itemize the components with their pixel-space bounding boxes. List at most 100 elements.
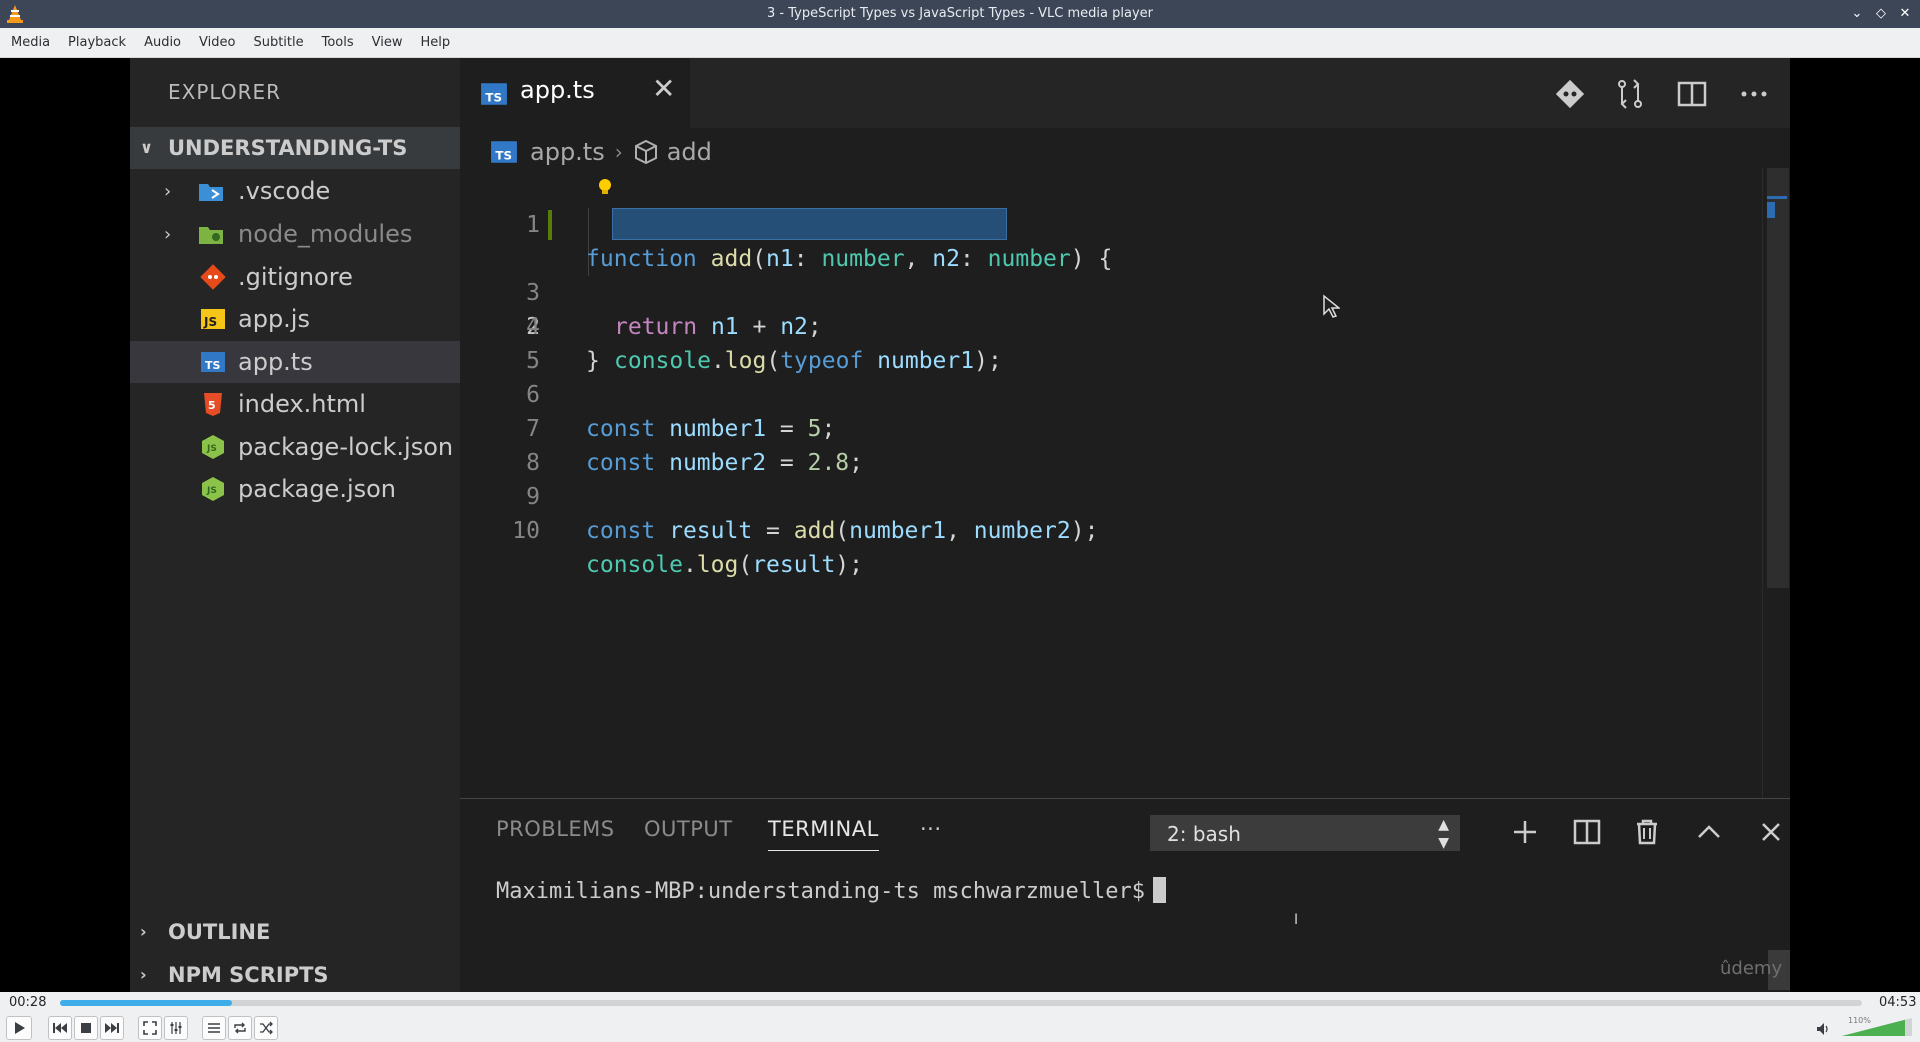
- tree-item-label: .vscode: [238, 177, 331, 205]
- git-icon: [200, 264, 226, 290]
- compare-changes-icon: [1618, 79, 1642, 109]
- tree-item-label: node_modules: [238, 220, 413, 248]
- speaker-icon[interactable]: [1816, 1022, 1832, 1038]
- menu-media[interactable]: Media: [2, 28, 59, 58]
- menu-subtitle[interactable]: Subtitle: [244, 28, 312, 58]
- svg-text:TS: TS: [495, 149, 512, 163]
- seek-bar[interactable]: [60, 1000, 1862, 1006]
- shuffle-button[interactable]: [254, 1016, 278, 1040]
- code-line: 6 const number1 = 5;: [460, 344, 1760, 442]
- svg-text:5: 5: [208, 399, 216, 412]
- breadcrumb: TS app.ts › add: [490, 132, 712, 172]
- speaker-glyph: [1817, 1023, 1828, 1035]
- tab-output: OUTPUT: [644, 817, 733, 841]
- mouse-pointer-icon: [1323, 294, 1340, 318]
- svg-text:JS: JS: [203, 315, 217, 329]
- selection-highlight: [612, 208, 1007, 240]
- extended-settings-button[interactable]: [164, 1016, 188, 1040]
- code-line: 7 const number2 = 2.8;: [460, 378, 1760, 476]
- sliders-icon: [170, 1022, 182, 1034]
- split-terminal-icon: [1573, 819, 1601, 845]
- explorer-title: EXPLORER: [168, 80, 281, 104]
- node-folder-icon: [199, 227, 223, 244]
- html-file-icon: 5: [204, 393, 222, 416]
- vscode-folder-icon: [199, 184, 223, 201]
- code-editor: TS app.ts ✕ TS app.ts › add 1 function a…: [460, 58, 1790, 798]
- terminal-select: 2: bash ▲ ▼: [1150, 815, 1460, 851]
- tree-item-app-ts: TS app.ts: [130, 341, 460, 383]
- tree-item-package-lock: JS package-lock.json: [130, 426, 460, 468]
- ts-file-icon: TS: [481, 83, 507, 105]
- previous-button[interactable]: [48, 1016, 72, 1040]
- explorer-sidebar: EXPLORER ∨ UNDERSTANDING-TS › .vscode › …: [130, 58, 460, 992]
- breadcrumb-file: app.ts: [530, 138, 605, 166]
- play-button[interactable]: [6, 1016, 32, 1040]
- svg-text:TS: TS: [205, 359, 221, 372]
- breadcrumb-symbol: add: [666, 138, 712, 166]
- title-bar: 3 - TypeScript Types vs JavaScript Types…: [0, 0, 1920, 28]
- code-line: 5: [460, 310, 1760, 374]
- tree-item-index-html: 5 index.html: [130, 383, 460, 425]
- chevron-right-icon: ›: [614, 140, 623, 164]
- code-line: 2 console.log(typeof number1);: [460, 208, 1760, 374]
- minimap-marker: [1767, 196, 1787, 199]
- menu-bar: Media Playback Audio Video Subtitle Tool…: [0, 28, 1920, 58]
- next-icon: [105, 1023, 119, 1033]
- npm-scripts-label: NPM SCRIPTS: [168, 963, 329, 987]
- scrollbar-thumb[interactable]: [1767, 168, 1789, 588]
- terminal-cursor: [1153, 877, 1167, 903]
- code-line: 3 return n1 + n2;: [460, 242, 1760, 340]
- video-frame[interactable]: EXPLORER ∨ UNDERSTANDING-TS › .vscode › …: [0, 58, 1920, 992]
- maximize-icon[interactable]: ◇: [1872, 5, 1890, 23]
- js-file-icon: JS: [201, 309, 225, 329]
- chevron-right-icon: ›: [140, 965, 147, 984]
- play-icon: [15, 1022, 25, 1034]
- tree-item-label: package-lock.json: [238, 433, 454, 461]
- minimize-icon[interactable]: ⌄: [1848, 5, 1866, 23]
- fullscreen-icon: [143, 1021, 157, 1035]
- playlist-button[interactable]: [202, 1016, 226, 1040]
- menu-view[interactable]: View: [363, 28, 412, 58]
- tree-item-gitignore: .gitignore: [130, 256, 460, 298]
- loop-icon: [234, 1022, 246, 1034]
- player-controls: 00:28 04:53 110%: [0, 992, 1920, 1042]
- line-number: 10: [512, 518, 540, 544]
- nodejs-icon: JS: [202, 435, 224, 459]
- nodejs-icon: JS: [202, 477, 224, 501]
- editor-scrollbar[interactable]: [1762, 168, 1790, 798]
- git-diamond-icon: [1555, 79, 1585, 109]
- shuffle-icon: [260, 1021, 273, 1035]
- ts-file-icon: TS: [491, 141, 517, 163]
- menu-help[interactable]: Help: [412, 28, 460, 58]
- menu-playback[interactable]: Playback: [59, 28, 135, 58]
- terminal-prompt: Maximilians-MBP:understanding-ts mschwar…: [496, 879, 1146, 904]
- method-cube-icon: [634, 139, 657, 165]
- project-folder-header: ∨ UNDERSTANDING-TS: [130, 127, 460, 169]
- svg-text:TS: TS: [485, 91, 502, 105]
- code-line: 4 }: [460, 276, 1760, 374]
- svg-text:JS: JS: [206, 486, 217, 496]
- close-window-icon[interactable]: ✕: [1896, 5, 1914, 23]
- plus-icon: [1514, 821, 1536, 843]
- code-line: 1 function add(n1: number, n2: number) {: [460, 174, 1760, 272]
- fullscreen-button[interactable]: [138, 1016, 162, 1040]
- tab-problems: PROBLEMS: [496, 817, 615, 841]
- loop-button[interactable]: [228, 1016, 252, 1040]
- next-button[interactable]: [100, 1016, 124, 1040]
- vlc-window: 3 - TypeScript Types vs JavaScript Types…: [0, 0, 1920, 1042]
- menu-audio[interactable]: Audio: [135, 28, 190, 58]
- trash-icon: [1637, 819, 1657, 845]
- tree-item-node-modules: › node_modules: [130, 213, 460, 255]
- tab-label: app.ts: [520, 76, 595, 104]
- menu-tools[interactable]: Tools: [313, 28, 363, 58]
- select-arrows-icon: ▲ ▼: [1438, 817, 1449, 851]
- previous-icon: [53, 1023, 67, 1033]
- total-time: 04:53: [1879, 995, 1917, 1010]
- menu-video[interactable]: Video: [190, 28, 244, 58]
- tab-terminal: TERMINAL: [768, 817, 879, 851]
- playlist-icon: [208, 1023, 220, 1033]
- text-cursor-icon: I: [1294, 912, 1299, 928]
- stop-button[interactable]: [74, 1016, 98, 1040]
- window-title: 3 - TypeScript Types vs JavaScript Types…: [766, 6, 1153, 21]
- code-line: 10 console.log(result);: [460, 480, 1760, 578]
